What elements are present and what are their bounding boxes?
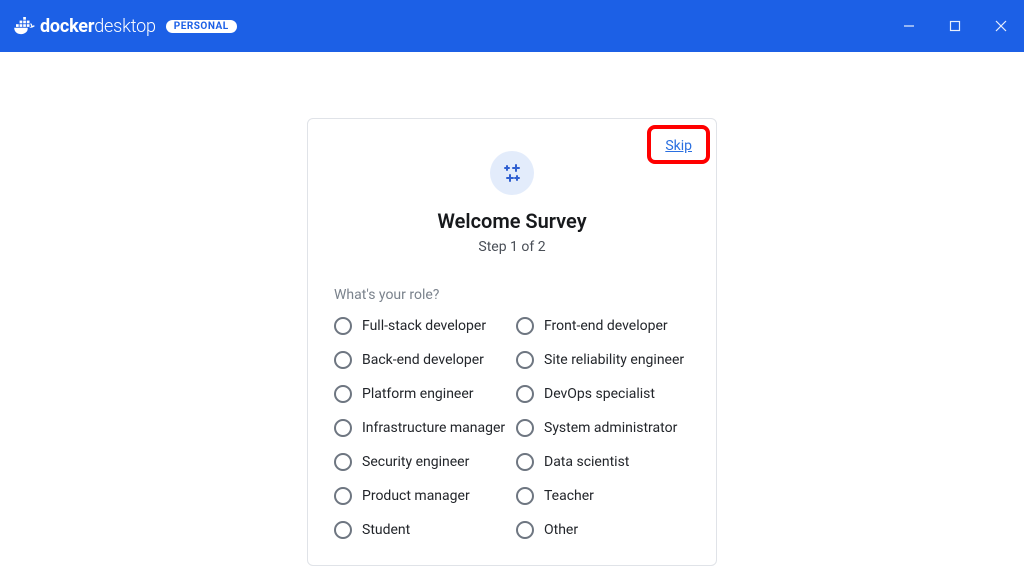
option-label: Back-end developer (362, 352, 484, 368)
option-label: Full-stack developer (362, 318, 486, 334)
option-label: Product manager (362, 488, 470, 504)
role-option[interactable]: Platform engineer (334, 385, 508, 403)
radio-icon (516, 487, 534, 505)
role-option[interactable]: Full-stack developer (334, 317, 508, 335)
minimize-button[interactable] (886, 0, 932, 52)
skip-highlight: Skip (647, 125, 710, 164)
role-option[interactable]: Back-end developer (334, 351, 508, 369)
titlebar-left: dockerdesktop PERSONAL (14, 16, 237, 37)
role-option[interactable]: Other (516, 521, 690, 539)
option-label: System administrator (544, 420, 677, 436)
titlebar: dockerdesktop PERSONAL (0, 0, 1024, 52)
option-label: DevOps specialist (544, 386, 655, 402)
options-grid: Full-stack developer Front-end developer… (334, 317, 690, 539)
sparkle-icon (490, 151, 534, 195)
brand-text: dockerdesktop (40, 16, 156, 37)
role-option[interactable]: Site reliability engineer (516, 351, 690, 369)
survey-card: Skip Welcome Survey Step 1 of 2 What's y… (307, 118, 717, 566)
close-button[interactable] (978, 0, 1024, 52)
maximize-button[interactable] (932, 0, 978, 52)
option-label: Site reliability engineer (544, 352, 684, 368)
radio-icon (334, 351, 352, 369)
option-label: Front-end developer (544, 318, 668, 334)
docker-logo: dockerdesktop (14, 16, 156, 37)
role-option[interactable]: Product manager (334, 487, 508, 505)
survey-title: Welcome Survey (334, 209, 690, 233)
role-option[interactable]: Infrastructure manager (334, 419, 508, 437)
role-option[interactable]: Data scientist (516, 453, 690, 471)
radio-icon (516, 521, 534, 539)
option-label: Infrastructure manager (362, 420, 505, 436)
radio-icon (334, 385, 352, 403)
role-option[interactable]: Teacher (516, 487, 690, 505)
role-option[interactable]: Security engineer (334, 453, 508, 471)
radio-icon (516, 317, 534, 335)
option-label: Platform engineer (362, 386, 474, 402)
radio-icon (334, 419, 352, 437)
role-option[interactable]: Front-end developer (516, 317, 690, 335)
option-label: Student (362, 522, 410, 538)
role-option[interactable]: Student (334, 521, 508, 539)
radio-icon (516, 453, 534, 471)
role-option[interactable]: DevOps specialist (516, 385, 690, 403)
content-area: Skip Welcome Survey Step 1 of 2 What's y… (0, 52, 1024, 566)
radio-icon (516, 351, 534, 369)
option-label: Data scientist (544, 454, 629, 470)
radio-icon (334, 317, 352, 335)
option-label: Other (544, 522, 578, 538)
radio-icon (334, 453, 352, 471)
survey-step: Step 1 of 2 (334, 239, 690, 255)
survey-question: What's your role? (334, 287, 690, 303)
role-option[interactable]: System administrator (516, 419, 690, 437)
option-label: Teacher (544, 488, 594, 504)
window-controls (886, 0, 1024, 52)
skip-link[interactable]: Skip (665, 138, 692, 154)
radio-icon (516, 385, 534, 403)
radio-icon (516, 419, 534, 437)
docker-whale-icon (14, 17, 36, 35)
radio-icon (334, 487, 352, 505)
option-label: Security engineer (362, 454, 469, 470)
edition-badge: PERSONAL (166, 20, 237, 33)
radio-icon (334, 521, 352, 539)
